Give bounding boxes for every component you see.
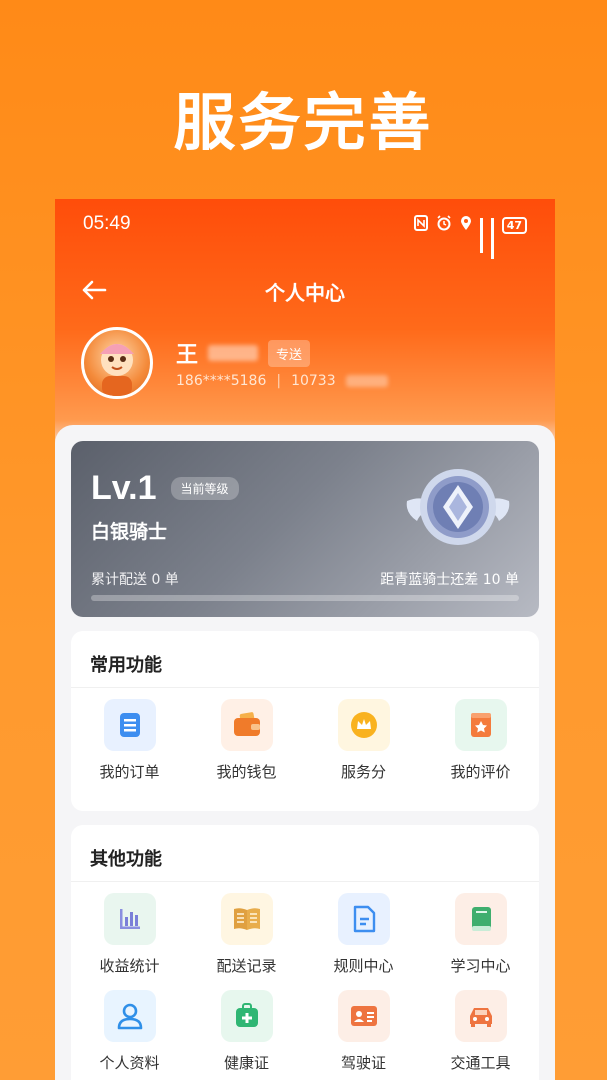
learning-center-item[interactable]: 学习中心 [422,893,539,976]
delivered-count: 累计配送 0 单 [91,572,179,588]
bar-chart-icon [103,893,156,945]
item-label: 健康证 [223,1054,269,1072]
car-icon [454,990,507,1042]
other-functions-grid: 收益统计 配送记录 规则中心 学习中心 个人资料 健康证 驾驶证 交通工具 [71,893,539,1073]
phone-screen: 05:49 47 个人中心 王 专送 186****5186 | 10733 L… [55,199,555,1080]
section-title: 其他功能 [90,849,162,870]
my-reviews-item[interactable]: 我的评价 [422,699,539,782]
service-score-item[interactable]: 服务分 [305,699,422,782]
divider [71,881,539,882]
rules-center-item[interactable]: 规则中心 [305,893,422,976]
item-label: 规则中心 [333,957,394,975]
location-icon [460,215,472,235]
id-card-icon [337,990,390,1042]
name-row: 王 专送 [176,337,311,369]
current-level-badge: 当前等级 [170,477,239,500]
signal-icon [479,218,483,253]
other-functions-card: 其他功能 收益统计 配送记录 规则中心 学习中心 个人资料 健康证 驾驶证 交通… [71,825,539,1080]
item-label: 配送记录 [216,957,277,975]
health-kit-icon [220,990,273,1042]
item-label: 交通工具 [450,1054,511,1072]
profile-header: 王 专送 186****5186 | 10733 [81,327,531,407]
contact-row: 186****5186 | 10733 [176,373,388,389]
driving-license-item[interactable]: 驾驶证 [305,990,422,1073]
nfc-icon [413,215,428,235]
earnings-stats-item[interactable]: 收益统计 [71,893,188,976]
vehicle-item[interactable]: 交通工具 [422,990,539,1073]
level-text: Lv.1 [91,469,157,507]
silver-medal-icon [399,463,517,553]
signal-icon-2 [490,218,494,259]
level-progress-bar [91,595,519,601]
level-card[interactable]: Lv.1 当前等级 白银骑士 累计配送 0 单 距青蓝骑士还差 10 单 [71,441,539,617]
item-label: 学习中心 [450,957,511,975]
user-name: 王 [176,343,199,368]
rider-id: 10733 [291,373,336,389]
status-time: 05:49 [83,213,131,234]
person-icon [103,990,156,1042]
personal-info-item[interactable]: 个人资料 [71,990,188,1073]
page-title: 个人中心 [265,281,345,305]
book-record-icon [220,893,273,945]
crown-icon [337,699,390,751]
level-row: Lv.1 当前等级 [91,469,239,508]
item-label: 收益统计 [99,957,160,975]
delivery-records-item[interactable]: 配送记录 [188,893,305,976]
divider [71,687,539,688]
next-rank-gap: 距青蓝骑士还差 10 单 [380,572,519,588]
phone-number: 186****5186 [176,373,267,389]
item-label: 服务分 [340,763,386,781]
id-mask [345,375,388,387]
rank-name: 白银骑士 [91,521,168,543]
order-list-icon [103,699,156,751]
status-icons: 47 [413,215,527,259]
item-label: 我的钱包 [216,763,277,781]
review-star-icon [454,699,507,751]
battery-indicator: 47 [501,216,527,234]
wallet-icon [220,699,273,751]
common-functions-card: 常用功能 我的订单 我的钱包 服务分 我的评价 [71,631,539,811]
health-certificate-item[interactable]: 健康证 [188,990,305,1073]
item-label: 我的评价 [450,763,511,781]
content-panel: Lv.1 当前等级 白银骑士 累计配送 0 单 距青蓝骑士还差 10 单 常用功… [55,425,555,1080]
common-functions-grid: 我的订单 我的钱包 服务分 我的评价 [71,699,539,782]
nav-bar: 个人中心 [55,277,555,305]
section-title: 常用功能 [90,655,162,676]
promo-headline: 服务完善 [173,86,434,159]
avatar[interactable] [81,327,153,399]
alarm-icon [436,215,452,235]
item-label: 个人资料 [99,1054,160,1072]
item-label: 驾驶证 [340,1054,386,1072]
status-bar: 05:49 47 [83,211,527,259]
divider: | [276,373,282,389]
name-mask [208,345,259,361]
my-orders-item[interactable]: 我的订单 [71,699,188,782]
item-label: 我的订单 [99,763,160,781]
back-arrow-icon[interactable] [81,279,107,301]
document-icon [337,893,390,945]
my-wallet-item[interactable]: 我的钱包 [188,699,305,782]
delivery-type-badge: 专送 [268,339,311,367]
study-book-icon [454,893,507,945]
